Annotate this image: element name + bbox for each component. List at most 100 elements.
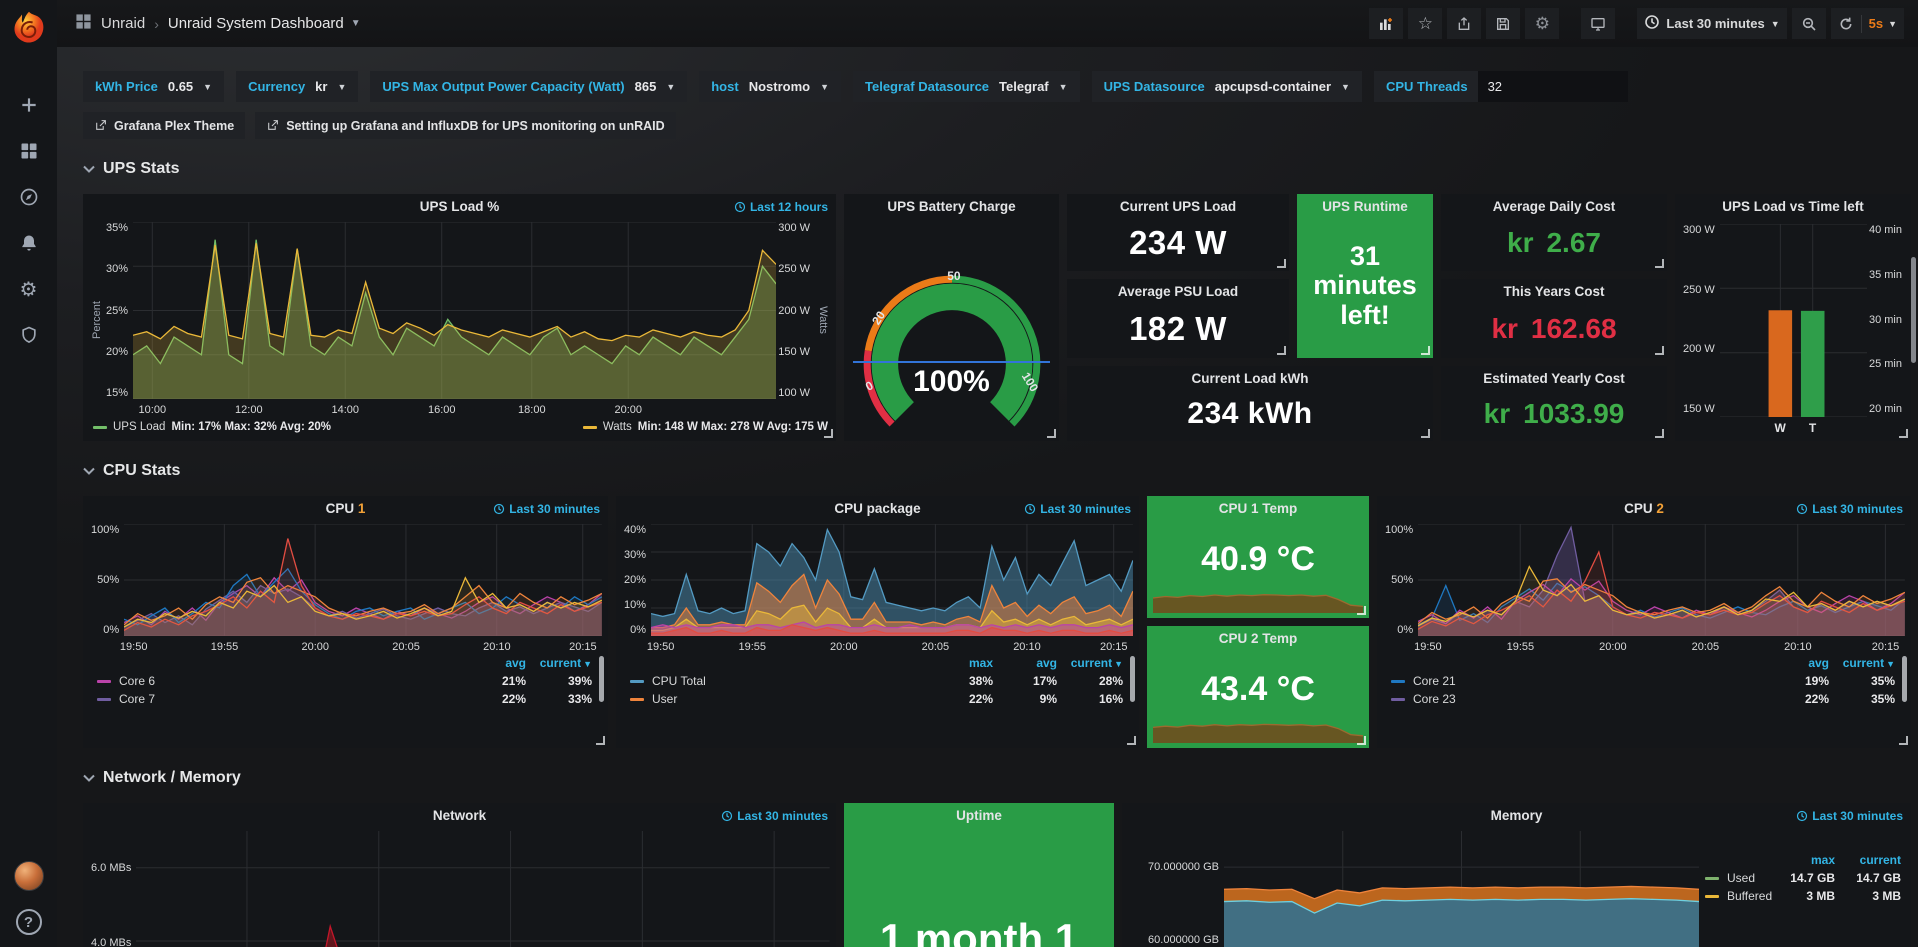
user-avatar[interactable] xyxy=(14,861,44,891)
panel-title[interactable]: This Years Cost xyxy=(1441,279,1667,305)
legend-scrollbar[interactable] xyxy=(1902,656,1907,702)
panel-time-override[interactable]: Last 30 minutes xyxy=(493,502,600,516)
zoom-out-time-button[interactable] xyxy=(1792,8,1826,39)
variable-ups-max-output[interactable]: UPS Max Output Power Capacity (Watt) 865… xyxy=(370,71,687,102)
stat-value: 43.4 °C xyxy=(1201,670,1315,709)
sidebar-bottom: ? xyxy=(0,861,57,935)
variable-cpu-threads: CPU Threads 32 xyxy=(1374,71,1628,102)
add-panel-button[interactable] xyxy=(1369,8,1403,39)
series-color-swatch xyxy=(1705,877,1719,880)
legend-sort-current[interactable]: current xyxy=(1835,853,1901,867)
sort-caret-icon: ▼ xyxy=(1886,659,1895,669)
panel-this-years-cost: This Years Cost kr162.68 xyxy=(1441,279,1667,358)
panel-title[interactable]: UPS Load % xyxy=(83,194,836,220)
chevron-down-icon: ▼ xyxy=(351,18,361,29)
refresh-interval-picker[interactable]: 5s▼ xyxy=(1869,16,1897,31)
cpu-package-chart[interactable]: 19:50 19:55 20:00 20:05 20:10 20:15 xyxy=(651,524,1133,636)
dashboard-title[interactable]: Unraid System Dashboard▼ xyxy=(168,15,361,32)
time-range-picker[interactable]: Last 30 minutes ▼ xyxy=(1637,8,1786,39)
share-dashboard-button[interactable] xyxy=(1447,8,1481,39)
dashboard-links-row: Grafana Plex Theme Setting up Grafana an… xyxy=(83,112,1910,139)
panel-title[interactable]: Memory xyxy=(1122,803,1911,829)
legend-sort-avg[interactable]: avg xyxy=(993,656,1057,670)
legend-sort-current[interactable]: current▼ xyxy=(1057,656,1123,670)
legend-scrollbar[interactable] xyxy=(1130,656,1135,702)
sort-caret-icon: ▼ xyxy=(583,659,592,669)
panel-time-override[interactable]: Last 30 minutes xyxy=(1024,502,1131,516)
legend-sort-avg[interactable]: avg xyxy=(464,656,526,670)
chevron-down-icon: ▼ xyxy=(337,82,346,92)
cycle-view-mode-button[interactable] xyxy=(1581,8,1615,39)
cpu-threads-input[interactable]: 32 xyxy=(1478,71,1628,102)
ups-load-chart[interactable]: 10:00 12:00 14:00 16:00 18:00 20:00 xyxy=(133,222,776,399)
panel-title[interactable]: Average Daily Cost xyxy=(1441,194,1667,220)
chevron-down-icon: ▼ xyxy=(203,82,212,92)
panel-title[interactable]: UPS Battery Charge xyxy=(844,194,1059,220)
section-ups-stats[interactable]: UPS Stats xyxy=(83,157,1911,181)
y-axis-ticks: 70.000000 GB60.000000 GB50.000000 GB xyxy=(1128,831,1224,947)
variable-currency[interactable]: Currency kr ▼ xyxy=(236,71,358,102)
panel-memory: Memory Last 30 minutes 70.000000 GB60.00… xyxy=(1122,803,1911,947)
memory-chart[interactable] xyxy=(1224,831,1699,947)
help-icon[interactable]: ? xyxy=(16,909,42,935)
link-grafana-plex-theme[interactable]: Grafana Plex Theme xyxy=(83,112,245,139)
load-vs-time-chart[interactable]: W T xyxy=(1720,224,1867,417)
cpu1-chart[interactable]: 19:50 19:55 20:00 20:05 20:10 20:15 xyxy=(124,524,602,636)
configuration-gear-icon[interactable]: ⚙ xyxy=(18,278,40,300)
alerting-bell-icon[interactable] xyxy=(18,232,40,254)
legend-sort-current[interactable]: current▼ xyxy=(1829,656,1895,670)
series-color-swatch xyxy=(1391,698,1405,701)
panel-title[interactable]: Average PSU Load xyxy=(1067,279,1289,305)
panel-title[interactable]: CPU 2 Temp xyxy=(1147,626,1369,652)
save-dashboard-button[interactable] xyxy=(1486,8,1520,39)
panel-title[interactable]: Current Load kWh xyxy=(1067,366,1433,392)
panel-network: Network Last 30 minutes 6.0 MBs4.0 MBs2.… xyxy=(83,803,836,947)
star-dashboard-button[interactable]: ☆ xyxy=(1408,8,1442,39)
series-color-swatch xyxy=(97,698,111,701)
legend-sort-avg[interactable]: avg xyxy=(1767,656,1829,670)
breadcrumb-folder[interactable]: Unraid xyxy=(101,15,145,32)
clock-icon xyxy=(1644,14,1660,33)
variable-kwh-price[interactable]: kWh Price 0.65 ▼ xyxy=(83,71,224,102)
series-color-swatch xyxy=(1705,895,1719,898)
refresh-button[interactable]: 5s▼ xyxy=(1831,8,1904,39)
panel-title[interactable]: Uptime xyxy=(844,803,1114,829)
explore-icon[interactable] xyxy=(18,186,40,208)
variable-telegraf-datasource[interactable]: Telegraf Datasource Telegraf ▼ xyxy=(853,71,1080,102)
cpu2-chart[interactable]: 19:50 19:55 20:00 20:05 20:10 20:15 xyxy=(1418,524,1905,636)
variable-host[interactable]: host Nostromo ▼ xyxy=(699,71,841,102)
network-chart[interactable] xyxy=(136,831,830,947)
dashboards-icon[interactable] xyxy=(18,140,40,162)
panel-title[interactable]: UPS Load vs Time left xyxy=(1675,194,1911,220)
variable-ups-datasource[interactable]: UPS Datasource apcupsd-container ▼ xyxy=(1092,71,1362,102)
panel-time-override[interactable]: Last 30 minutes xyxy=(1796,809,1903,823)
page-scrollbar[interactable] xyxy=(1911,257,1916,363)
link-ups-monitoring-guide[interactable]: Setting up Grafana and InfluxDB for UPS … xyxy=(255,112,675,139)
legend-scrollbar[interactable] xyxy=(599,656,604,702)
submenu: kWh Price 0.65 ▼ Currency kr ▼ UPS Max O… xyxy=(57,47,1918,139)
panel-title[interactable]: UPS Runtime xyxy=(1297,194,1433,220)
panel-title[interactable]: Current UPS Load xyxy=(1067,194,1289,220)
clock-icon xyxy=(1796,810,1808,822)
panel-current-ups-load: Current UPS Load 234 W xyxy=(1067,194,1289,271)
panel-title[interactable]: CPU 1 Temp xyxy=(1147,496,1369,522)
panel-time-override[interactable]: Last 30 minutes xyxy=(1796,502,1903,516)
y-axis-ticks: 100%50%0% xyxy=(89,524,124,654)
section-cpu-stats[interactable]: CPU Stats xyxy=(83,459,1911,483)
legend-sort-current[interactable]: current▼ xyxy=(526,656,592,670)
panel-time-override[interactable]: Last 30 minutes xyxy=(721,809,828,823)
dashboard-grid-icon[interactable] xyxy=(75,13,92,35)
y-axis-label-right: Watts xyxy=(815,222,830,417)
dashboard-settings-button[interactable]: ⚙ xyxy=(1525,8,1559,39)
y-axis-ticks-left: 300 W250 W200 W150 W xyxy=(1681,224,1720,437)
panel-time-override[interactable]: Last 12 hours xyxy=(734,200,828,214)
series-color-swatch xyxy=(583,426,597,429)
create-icon[interactable] xyxy=(18,94,40,116)
server-admin-shield-icon[interactable] xyxy=(18,324,40,346)
grafana-logo[interactable] xyxy=(11,10,47,46)
section-network-memory[interactable]: Network / Memory xyxy=(83,766,1911,790)
panel-title[interactable]: Estimated Yearly Cost xyxy=(1441,366,1667,392)
legend-sort-max[interactable]: max xyxy=(1773,853,1835,867)
legend-sort-max[interactable]: max xyxy=(929,656,993,670)
cpu-stats-row: CPU 1 Last 30 minutes 100%50%0% 19:50 19… xyxy=(83,496,1911,748)
